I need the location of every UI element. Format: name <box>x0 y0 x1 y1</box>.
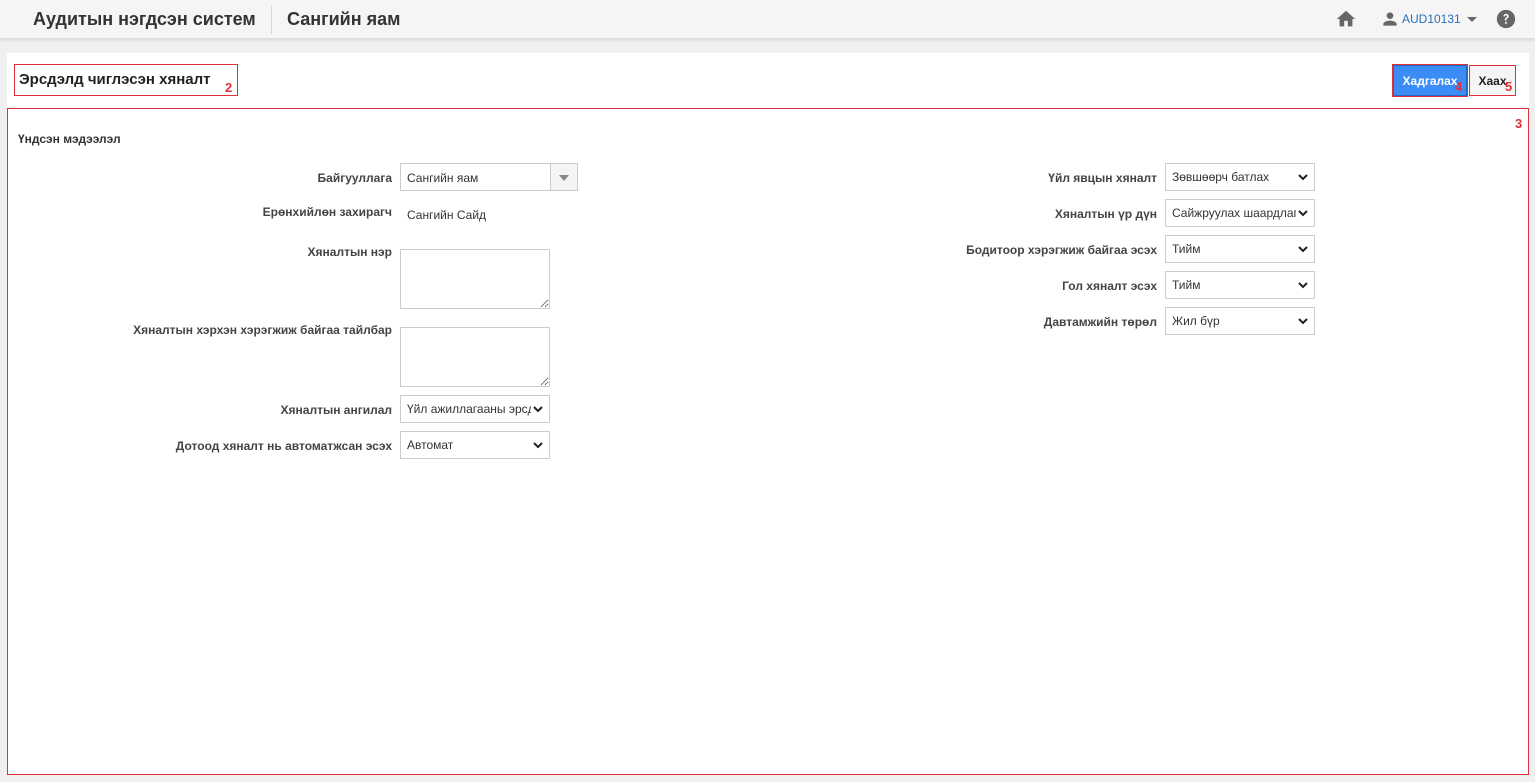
marker-title: 2 <box>225 80 233 95</box>
organization-label: Байгууллага <box>317 171 392 185</box>
result-select[interactable]: Сайжруулах шаардлагатай <box>1165 199 1315 227</box>
category-select[interactable]: Үйл ажиллагааны эрсдэл <box>400 395 550 423</box>
chevron-down-icon <box>1298 210 1308 217</box>
panel-header: Эрсдэлд чиглэсэн хяналт 2 Хадгалах 4 Хаа… <box>7 53 1529 108</box>
chevron-down-icon <box>1298 246 1308 253</box>
user-name: AUD10131 <box>1402 12 1461 26</box>
chevron-down-icon <box>1298 318 1308 325</box>
implemented-select[interactable]: Тийм <box>1165 235 1315 263</box>
description-label: Хяналтын хэрхэн хэрэгжиж байгаа тайлбар <box>133 323 392 337</box>
key-control-select[interactable]: Тийм <box>1165 271 1315 299</box>
process-control-select[interactable]: Зөвшөөрч батлах <box>1165 163 1315 191</box>
section-title: Үндсэн мэдээлэл <box>18 132 121 146</box>
director-label: Ерөнхийлөн захирагч <box>262 205 392 219</box>
caret-down-icon <box>1466 16 1477 22</box>
marker-save: 4 <box>1455 79 1463 94</box>
organization-combo[interactable]: Сангийн яам <box>400 163 578 191</box>
main-panel: Эрсдэлд чиглэсэн хяналт 2 Хадгалах 4 Хаа… <box>7 53 1529 775</box>
implemented-label: Бодитоор хэрэгжиж байгаа эсэх <box>966 243 1157 257</box>
user-menu[interactable]: AUD10131 <box>1380 8 1477 30</box>
chevron-down-icon <box>1298 174 1308 181</box>
app-title: Аудитын нэгдсэн систем <box>33 9 256 29</box>
implemented-value: Тийм <box>1172 242 1201 256</box>
result-value: Сайжруулах шаардлагатай <box>1172 206 1296 220</box>
page-title: Эрсдэлд чиглэсэн хяналт <box>19 71 211 88</box>
title-divider <box>271 5 272 34</box>
organization-title: Сангийн яам <box>287 9 401 29</box>
chevron-down-icon <box>533 406 543 413</box>
category-value: Үйл ажиллагааны эрсдэл <box>407 402 531 416</box>
process-control-value: Зөвшөөрч батлах <box>1172 170 1270 184</box>
control-name-field[interactable] <box>400 249 550 309</box>
category-label: Хяналтын ангилал <box>280 403 392 417</box>
automated-label: Дотоод хяналт нь автоматжсан эсэх <box>175 439 392 453</box>
help-icon[interactable] <box>1495 8 1517 30</box>
control-name-label: Хяналтын нэр <box>307 245 392 259</box>
key-control-value: Тийм <box>1172 278 1201 292</box>
marker-form: 3 <box>1515 116 1523 131</box>
description-field[interactable] <box>400 327 550 387</box>
key-control-label: Гол хяналт эсэх <box>1062 279 1157 293</box>
home-icon[interactable] <box>1335 8 1357 30</box>
page-title-box: Эрсдэлд чиглэсэн хяналт <box>14 64 238 96</box>
frequency-label: Давтамжийн төрөл <box>1043 315 1157 329</box>
frequency-value: Жил бүр <box>1172 314 1220 328</box>
automated-select[interactable]: Автомат <box>400 431 550 459</box>
chevron-down-icon <box>1298 282 1308 289</box>
chevron-down-icon <box>533 442 543 449</box>
user-icon <box>1383 12 1397 26</box>
frequency-select[interactable]: Жил бүр <box>1165 307 1315 335</box>
top-bar: Аудитын нэгдсэн систем Сангийн яам AUD10… <box>0 0 1535 39</box>
marker-close: 5 <box>1505 79 1513 94</box>
result-label: Хяналтын үр дүн <box>1054 207 1157 221</box>
chevron-down-icon[interactable] <box>550 164 577 190</box>
form-section: 3 Үндсэн мэдээлэл Байгууллага Сангийн яа… <box>7 108 1529 775</box>
process-control-label: Үйл явцын хяналт <box>1048 171 1157 185</box>
organization-value: Сангийн яам <box>407 171 479 185</box>
director-value: Сангийн Сайд <box>407 208 487 222</box>
automated-value: Автомат <box>407 438 454 452</box>
